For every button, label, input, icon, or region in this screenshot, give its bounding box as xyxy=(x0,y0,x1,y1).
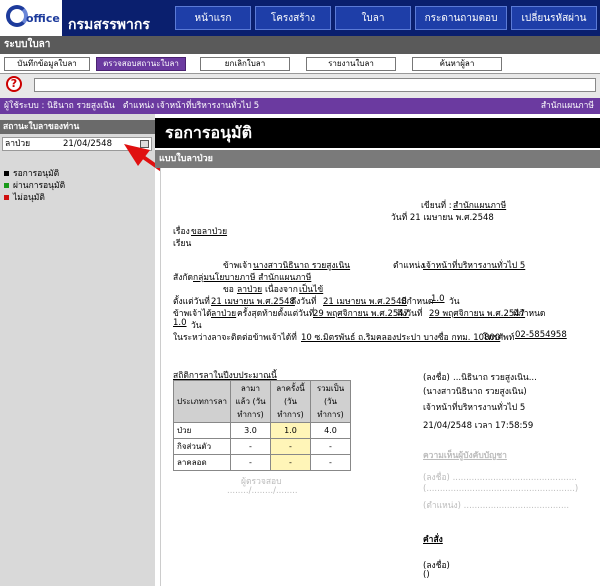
stats-header: รวมเป็น (วันทำการ) xyxy=(309,380,351,423)
date-line: วันที่ 21 เมษายน พ.ศ.2548 xyxy=(391,213,494,223)
position-label: ตำแหน่ง xyxy=(393,261,425,271)
legend-approved-swatch xyxy=(4,183,9,188)
opinion-title: ความเห็นผู้บังคับบัญชา xyxy=(423,451,507,461)
form-name: แบบใบลาป่วย xyxy=(155,150,600,168)
leave-stats-table: ประเภทการลา ลามาแล้ว (วันทำการ) ลาครั้งน… xyxy=(173,380,351,471)
user-position: ตำแหน่ง เจ้าหน้าที่บริหารงานทั่วไป 5 xyxy=(122,101,260,111)
nav-structure[interactable]: โครงสร้าง xyxy=(255,6,331,30)
system-title: ระบบใบลา xyxy=(0,36,600,54)
phone: 02-5854958 xyxy=(515,330,567,340)
sign-datetime: 21/04/2548 เวลา 17:58:59 xyxy=(423,421,534,431)
help-icon[interactable]: ? xyxy=(6,76,22,92)
e-logo-icon xyxy=(6,5,28,27)
help-text-box[interactable] xyxy=(34,78,596,92)
page-title: รอการอนุมัติ xyxy=(155,118,600,148)
to-line: เรียน xyxy=(173,239,192,249)
affiliation-label: สังกัด xyxy=(173,273,194,283)
last-leave-mid: ครั้งสุดท้ายตั้งแต่วันที่ xyxy=(237,309,315,319)
leave-menu: บันทึกข้อมูลใบลา ตรวจสอบสถานะใบลา ยกเลิก… xyxy=(0,54,600,74)
employee-position: เจ้าหน้าที่บริหารงานทั่วไป 5 xyxy=(423,261,526,271)
sign-label: (ลงชื่อ) xyxy=(423,373,450,383)
nav-change-password[interactable]: เปลี่ยนรหัสผ่าน xyxy=(511,6,597,30)
legend-rejected: ไม่อนุมัติ xyxy=(4,190,45,204)
leave-status-title: สถานะใบลาของท่าน xyxy=(0,120,155,134)
leave-form-document: เขียนที่ : สำนักแผนภาษี วันที่ 21 เมษายน… xyxy=(160,168,600,586)
stats-header: ลาครั้งนี้ (วันทำการ) xyxy=(269,380,311,423)
checker-date: ......../......../........ xyxy=(227,486,298,496)
last-leave-to-label: ถึงวันที่ xyxy=(397,309,423,319)
user-name: ผู้ใช้ระบบ : นิธินาถ รวยสูงเนิน xyxy=(4,101,115,111)
opinion-sign: (ลงชื่อ) ...............................… xyxy=(423,473,577,483)
table-row: กิจส่วนตัว - - - xyxy=(173,438,351,455)
opinion-name: (.......................................… xyxy=(423,484,579,494)
help-row: ? xyxy=(0,74,600,98)
menu-record-leave[interactable]: บันทึกข้อมูลใบลา xyxy=(4,57,90,71)
leave-date: 21/04/2548 xyxy=(63,139,112,149)
order-title: คำสั่ง xyxy=(423,535,443,545)
contact-label: ในระหว่างลาจะติดต่อข้าพเจ้าได้ที่ xyxy=(173,333,297,343)
menu-search[interactable]: ค้นหาผู้ลา xyxy=(412,57,502,71)
org-name: กรมสรรพากร xyxy=(68,17,150,33)
contact-address: 10 ซ.มิตรพันธ์ ถ.ริมคลองประปา บางซื่อ กท… xyxy=(301,333,501,343)
nav-home[interactable]: หน้าแรก xyxy=(175,6,251,30)
stats-header: ประเภทการลา xyxy=(173,380,231,423)
user-department: สำนักแผนภาษี xyxy=(540,101,594,111)
nav-leave[interactable]: ใบลา xyxy=(335,6,411,30)
stats-header: ลามาแล้ว (วันทำการ) xyxy=(229,380,271,423)
last-leave-type: ลาป่วย xyxy=(211,309,237,319)
last-days: 1.0 xyxy=(173,318,187,328)
table-row: ป่วย 3.0 1.0 4.0 xyxy=(173,422,351,439)
order-paren: () xyxy=(423,570,430,580)
legend-pending-swatch xyxy=(4,171,9,176)
menu-cancel-leave[interactable]: ยกเลิกใบลา xyxy=(200,57,290,71)
opinion-position: (ตำแหน่ง) ..............................… xyxy=(423,501,570,511)
logo-text: office xyxy=(26,12,60,25)
menu-report[interactable]: รายงานใบลา xyxy=(306,57,396,71)
user-bar: ผู้ใช้ระบบ : นิธินาถ รวยสูงเนิน ตำแหน่ง … xyxy=(0,98,600,114)
last-days-label: มีกำหนด xyxy=(513,309,546,319)
leave-type: ลาป่วย xyxy=(5,139,31,149)
phone-label: โทรศัพท์ xyxy=(483,333,515,343)
sign-name: ...นิธินาถ รวยสูงเนิน... xyxy=(453,373,537,383)
last-leave-to: 29 พฤศจิกายน พ.ศ.2547 xyxy=(429,309,526,319)
days: 1.0 xyxy=(431,294,445,304)
legend-rejected-swatch xyxy=(4,195,9,200)
office-logo[interactable]: office xyxy=(0,0,62,36)
table-row: ลาคลอด - - - xyxy=(173,454,351,471)
menu-check-status[interactable]: ตรวจสอบสถานะใบลา xyxy=(96,57,186,71)
nav-qa-board[interactable]: กระดานถามตอบ xyxy=(415,6,507,30)
last-leave-from: 29 พฤศจิกายน พ.ศ.2547 xyxy=(313,309,410,319)
subject: ขอลาป่วย xyxy=(191,227,228,237)
sign-full-name: (นางสาวนิธินาถ รวยสูงเนิน) xyxy=(423,387,527,397)
sign-position: เจ้าหน้าที่บริหารงานทั่วไป 5 xyxy=(423,403,526,413)
